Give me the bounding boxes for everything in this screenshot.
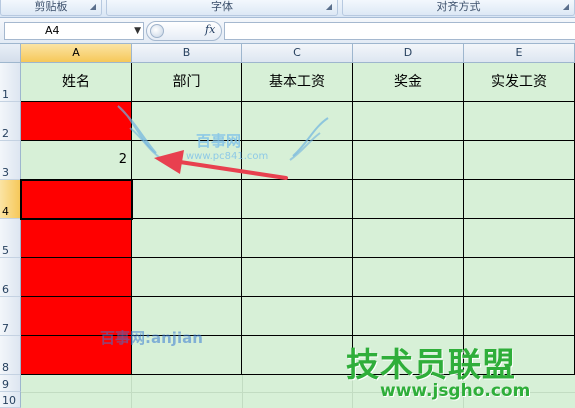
cell-d4[interactable] — [353, 180, 464, 219]
row-number: 6 — [2, 283, 9, 296]
formula-bar: A4 ▼ fx — [0, 18, 575, 44]
clipboard-group-label: 剪贴板 — [34, 0, 68, 13]
row-number: 3 — [2, 166, 9, 179]
formula-controls: fx — [146, 21, 222, 41]
gridline — [242, 375, 243, 408]
cell-d5[interactable] — [353, 219, 464, 258]
row-header-7[interactable]: 7 — [0, 297, 21, 336]
font-group: 字体 ◢ — [106, 0, 338, 16]
cell-e5[interactable] — [464, 219, 575, 258]
cell-d7[interactable] — [353, 297, 464, 336]
cell-c3[interactable] — [242, 141, 353, 180]
cell-a5[interactable] — [21, 219, 132, 258]
row-header-6[interactable]: 6 — [0, 258, 21, 297]
row-header-5[interactable]: 5 — [0, 219, 21, 258]
cell-c7[interactable] — [242, 297, 353, 336]
cell-e8[interactable] — [464, 336, 575, 375]
cell-b3[interactable] — [132, 141, 242, 180]
cell-d1[interactable]: 奖金 — [353, 63, 464, 102]
cell-b6[interactable] — [132, 258, 242, 297]
cell-e3[interactable] — [464, 141, 575, 180]
column-header-c[interactable]: C — [242, 44, 353, 63]
row-number: 9 — [2, 378, 9, 391]
cell-a2[interactable] — [21, 102, 132, 141]
cell-c4[interactable] — [242, 180, 353, 219]
name-box-dropdown-icon[interactable]: ▼ — [134, 23, 141, 39]
cell-e4[interactable] — [464, 180, 575, 219]
cell-c2[interactable] — [242, 102, 353, 141]
cell-b8[interactable] — [132, 336, 242, 375]
cell-c8[interactable] — [242, 336, 353, 375]
row-header-9[interactable]: 9 — [0, 375, 21, 392]
row-number: 4 — [2, 205, 9, 218]
clipboard-dialog-launcher-icon[interactable]: ◢ — [88, 2, 98, 12]
gridline — [463, 375, 464, 408]
font-group-label: 字体 — [211, 0, 233, 13]
cell-a6[interactable] — [21, 258, 132, 297]
cell-e7[interactable] — [464, 297, 575, 336]
name-box[interactable]: A4 ▼ — [4, 22, 144, 40]
cell-d3[interactable] — [353, 141, 464, 180]
alignment-group: 对齐方式 ◢ — [342, 0, 575, 16]
row-header-2[interactable]: 2 — [0, 102, 21, 141]
row-number: 1 — [2, 88, 9, 101]
row-header-1[interactable]: 1 — [0, 63, 21, 102]
ribbon-group-labels: 剪贴板 ◢ 字体 ◢ 对齐方式 ◢ — [0, 0, 575, 18]
active-cell-selection — [20, 179, 133, 220]
select-all-corner[interactable] — [0, 44, 21, 63]
worksheet-grid[interactable]: 姓名 部门 基本工资 奖金 实发工资 2 — [20, 63, 575, 408]
row-number: 5 — [2, 244, 9, 257]
cell-a7[interactable] — [21, 297, 132, 336]
font-dialog-launcher-icon[interactable]: ◢ — [324, 2, 334, 12]
gridline — [131, 375, 132, 408]
cell-c5[interactable] — [242, 219, 353, 258]
cell-b2[interactable] — [132, 102, 242, 141]
name-box-value: A4 — [45, 24, 60, 37]
cell-b5[interactable] — [132, 219, 242, 258]
cell-b1[interactable]: 部门 — [132, 63, 242, 102]
row-header-10[interactable]: 10 — [0, 392, 21, 408]
clipboard-group: 剪贴板 ◢ — [0, 0, 102, 16]
cell-d6[interactable] — [353, 258, 464, 297]
gridline — [21, 392, 575, 393]
row-number: 8 — [2, 361, 9, 374]
cell-b7[interactable] — [132, 297, 242, 336]
cell-c6[interactable] — [242, 258, 353, 297]
cell-b4[interactable] — [132, 180, 242, 219]
column-header-b[interactable]: B — [132, 44, 242, 63]
cell-c1[interactable]: 基本工资 — [242, 63, 353, 102]
cell-a1[interactable]: 姓名 — [21, 63, 132, 102]
row-header-4[interactable]: 4 — [0, 180, 21, 219]
expand-handle-icon[interactable] — [150, 24, 164, 38]
cell-a3[interactable]: 2 — [21, 141, 132, 180]
row-header-8[interactable]: 8 — [0, 336, 21, 375]
cell-e1[interactable]: 实发工资 — [464, 63, 575, 102]
alignment-dialog-launcher-icon[interactable]: ◢ — [561, 2, 571, 12]
cell-a8[interactable] — [21, 336, 132, 375]
formula-input[interactable] — [224, 22, 575, 40]
cell-e2[interactable] — [464, 102, 575, 141]
row-header-3[interactable]: 3 — [0, 141, 21, 180]
row-number: 10 — [2, 394, 16, 407]
cell-e6[interactable] — [464, 258, 575, 297]
gridline — [352, 375, 353, 408]
alignment-group-label: 对齐方式 — [436, 0, 481, 13]
row-number: 2 — [2, 127, 9, 140]
cell-d2[interactable] — [353, 102, 464, 141]
column-header-a[interactable]: A — [21, 44, 132, 63]
cell-d8[interactable] — [353, 336, 464, 375]
row-number: 7 — [2, 322, 9, 335]
column-header-d[interactable]: D — [353, 44, 464, 63]
column-header-e[interactable]: E — [464, 44, 575, 63]
insert-function-button[interactable]: fx — [205, 23, 215, 36]
